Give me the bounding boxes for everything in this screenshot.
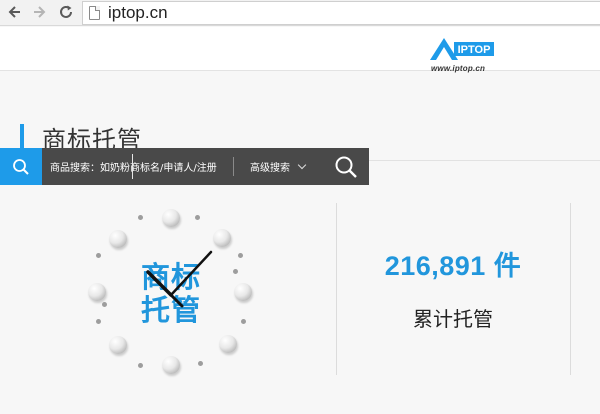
chevron-down-icon xyxy=(297,160,307,169)
reload-icon[interactable] xyxy=(56,2,76,22)
clock-hands-icon xyxy=(146,250,213,308)
title-accent-bar xyxy=(20,124,24,148)
search-icon[interactable] xyxy=(0,148,42,185)
stats-divider xyxy=(570,203,571,375)
hosted-count: 216,891 件 xyxy=(384,251,522,281)
site-logo[interactable]: IPTOP www.iptop.cn xyxy=(426,36,500,78)
advanced-search-dropdown[interactable]: 高级搜索 xyxy=(250,148,307,185)
logo-url: www.iptop.cn xyxy=(431,64,486,73)
address-bar[interactable]: iptop.cn xyxy=(82,1,600,25)
logo-text: IPTOP xyxy=(458,44,491,56)
page-icon xyxy=(89,6,100,20)
browser-toolbar: iptop.cn xyxy=(0,0,600,26)
search-submit-button[interactable] xyxy=(326,148,366,185)
iptop-logo-icon: IPTOP xyxy=(430,38,494,60)
stats-divider xyxy=(336,203,337,375)
search-icon xyxy=(335,156,357,178)
search-input[interactable]: 商品搜索：如奶粉商标名/申请人/注册 xyxy=(42,148,233,185)
hosted-count-label: 累计托管 xyxy=(413,307,493,331)
text-cursor xyxy=(132,154,133,179)
site-header: IPTOP www.iptop.cn xyxy=(0,27,600,73)
back-arrow-icon[interactable] xyxy=(4,2,24,22)
search-bar: 商品搜索：如奶粉商标名/申请人/注册 高级搜索 xyxy=(0,148,369,185)
url-text: iptop.cn xyxy=(108,3,168,22)
forward-arrow-icon[interactable] xyxy=(30,2,50,22)
clock-illustration: 商标 托管 xyxy=(78,203,264,383)
search-separator xyxy=(233,157,234,176)
advanced-search-label: 高级搜索 xyxy=(250,163,290,174)
